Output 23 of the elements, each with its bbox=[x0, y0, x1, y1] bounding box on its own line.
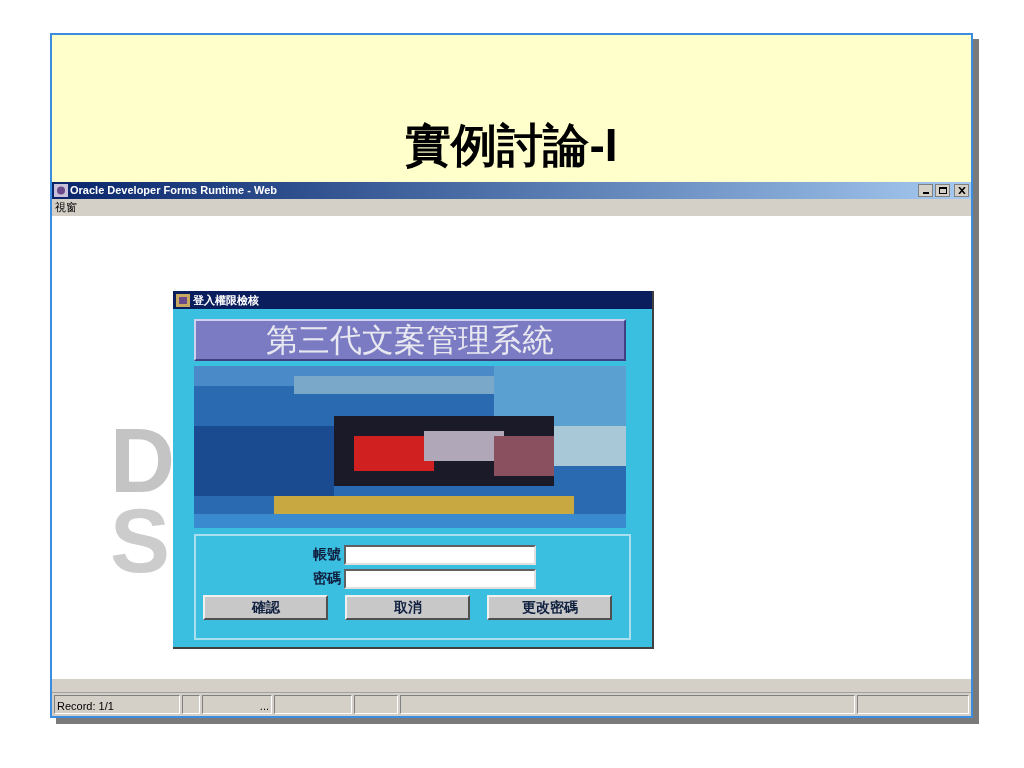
close-icon bbox=[957, 187, 966, 194]
input-field[interactable] bbox=[344, 568, 536, 589]
status-cell bbox=[182, 695, 200, 714]
dialog-button[interactable]: 更改密碼 bbox=[487, 595, 612, 620]
app-icon bbox=[54, 184, 68, 197]
dialog-button[interactable]: 取消 bbox=[345, 595, 470, 620]
close-button[interactable] bbox=[954, 184, 969, 197]
status-cell bbox=[354, 695, 398, 714]
app-icon bbox=[176, 293, 190, 307]
window-title: Oracle Developer Forms Runtime - Web bbox=[70, 185, 278, 196]
menu-item[interactable]: 視窗 bbox=[55, 199, 77, 216]
minimize-button[interactable] bbox=[918, 184, 933, 197]
background-logo-text: D bbox=[110, 416, 175, 506]
dialog-title: 登入權限檢核 bbox=[193, 292, 259, 308]
status-cell: ... bbox=[202, 695, 272, 714]
slide-title: 實例討論-I bbox=[405, 122, 618, 168]
banner: 第三代文案管理系統 bbox=[194, 319, 626, 361]
status-cell: Record: 1/1 bbox=[54, 695, 180, 714]
field-label: 密碼 bbox=[312, 569, 341, 588]
dialog-button[interactable]: 確認 bbox=[203, 595, 328, 620]
maximize-button[interactable] bbox=[935, 184, 950, 197]
input-field[interactable] bbox=[344, 544, 536, 565]
field-label: 帳號 bbox=[312, 545, 341, 564]
